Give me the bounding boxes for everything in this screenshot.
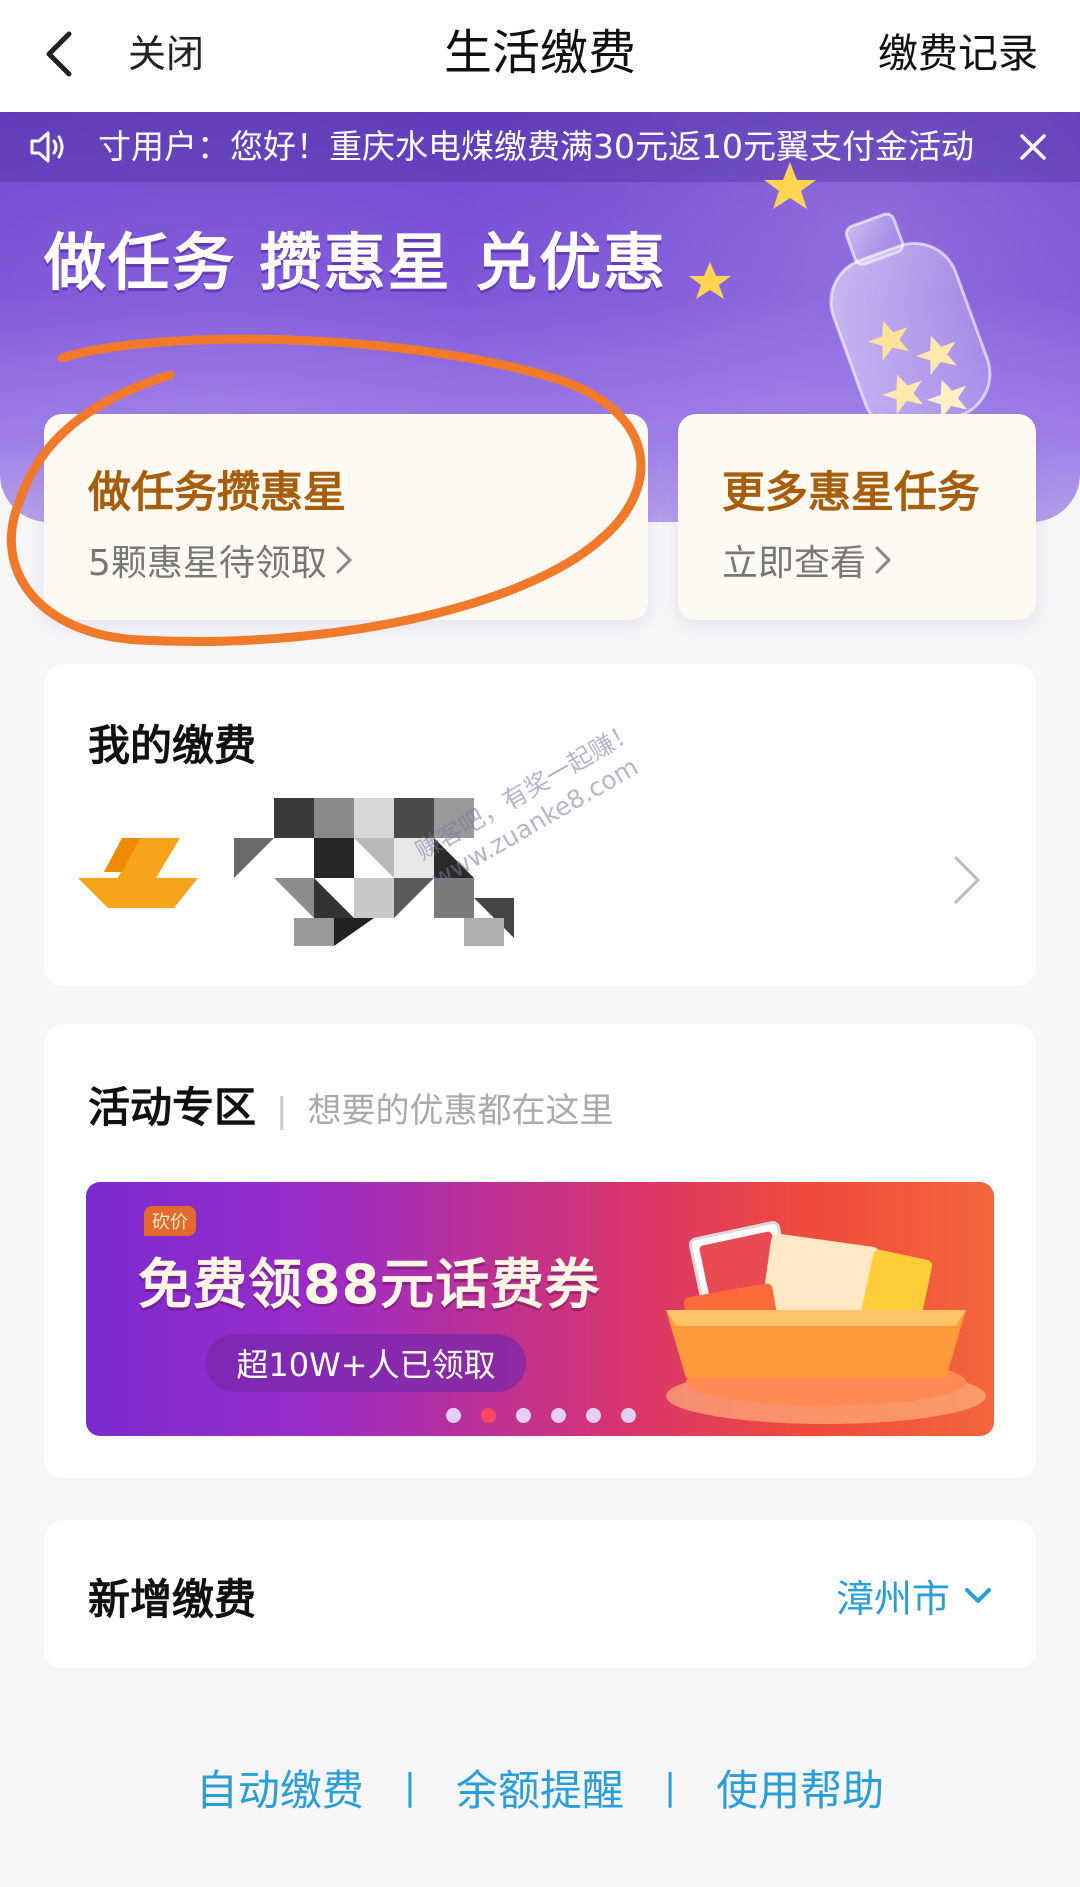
task-card-collect-stars[interactable]: 做任务攒惠星 5颗惠星待领取: [44, 414, 648, 620]
carousel-dots[interactable]: [446, 1408, 636, 1423]
banner-tag: 砍价: [144, 1206, 196, 1236]
activity-subtitle: 想要的优惠都在这里: [307, 1091, 614, 1131]
new-payment-title: 新增缴费: [88, 1575, 257, 1624]
auto-pay-link[interactable]: 自动缴费: [196, 1757, 364, 1818]
help-link[interactable]: 使用帮助: [716, 1757, 884, 1818]
city-label: 漳州市: [835, 1577, 950, 1621]
chevron-right-icon: [954, 856, 980, 904]
my-bills-title: 我的缴费: [88, 721, 257, 770]
task-card-title: 做任务攒惠星: [88, 468, 346, 518]
hero-headline: 做任务 攒惠星 兑优惠: [44, 226, 668, 299]
task-card-subtitle: 5颗惠星待领取: [88, 543, 327, 584]
city-selector[interactable]: 漳州市: [836, 1568, 992, 1623]
close-icon: [1020, 134, 1046, 160]
redacted-mosaic: [234, 798, 514, 946]
chevron-down-icon: [965, 1587, 991, 1603]
navbar: 关闭 生活缴费 缴费记录: [0, 0, 1080, 112]
chevron-left-icon: [46, 31, 72, 77]
page-title: 生活缴费: [443, 25, 636, 81]
banner-subline: 超10W+人已领取: [206, 1334, 526, 1392]
footer-separator: |: [664, 1766, 677, 1808]
back-button[interactable]: [38, 26, 78, 82]
carousel-dot[interactable]: [551, 1408, 566, 1423]
carousel-dot[interactable]: [586, 1408, 601, 1423]
banner-headline: 免费领88元话费券: [138, 1253, 601, 1316]
utility-logo-icon: [78, 838, 198, 908]
activity-section: 活动专区 | 想要的优惠都在这里 砍价 免费领88元话费券 超10W+人已领取: [44, 1024, 1036, 1478]
title-divider: |: [276, 1091, 288, 1131]
footer-separator: |: [403, 1766, 416, 1808]
footer-links: 自动缴费 | 余额提醒 | 使用帮助: [0, 1752, 1080, 1822]
promo-banner[interactable]: 砍价 免费领88元话费券 超10W+人已领取: [86, 1182, 994, 1436]
payment-records-button[interactable]: 缴费记录: [878, 26, 1038, 82]
balance-reminder-link[interactable]: 余额提醒: [456, 1757, 624, 1818]
task-card-title: 更多惠星任务: [722, 468, 980, 518]
gift-box-icon: [666, 1221, 986, 1424]
carousel-dot[interactable]: [516, 1408, 531, 1423]
carousel-dot[interactable]: [621, 1408, 636, 1423]
new-payment-section: 新增缴费 漳州市: [44, 1520, 1036, 1668]
close-button[interactable]: 关闭: [128, 26, 204, 82]
activity-title: 活动专区: [88, 1083, 257, 1132]
carousel-dot[interactable]: [446, 1408, 461, 1423]
chevron-right-icon: [336, 546, 352, 574]
carousel-dot-active[interactable]: [481, 1408, 496, 1423]
task-card-subtitle: 立即查看: [722, 543, 867, 584]
star-bottle-icon: [689, 162, 992, 434]
task-card-more-tasks[interactable]: 更多惠星任务 立即查看: [678, 414, 1036, 620]
chevron-right-icon: [875, 546, 891, 574]
speaker-icon: [30, 131, 64, 163]
